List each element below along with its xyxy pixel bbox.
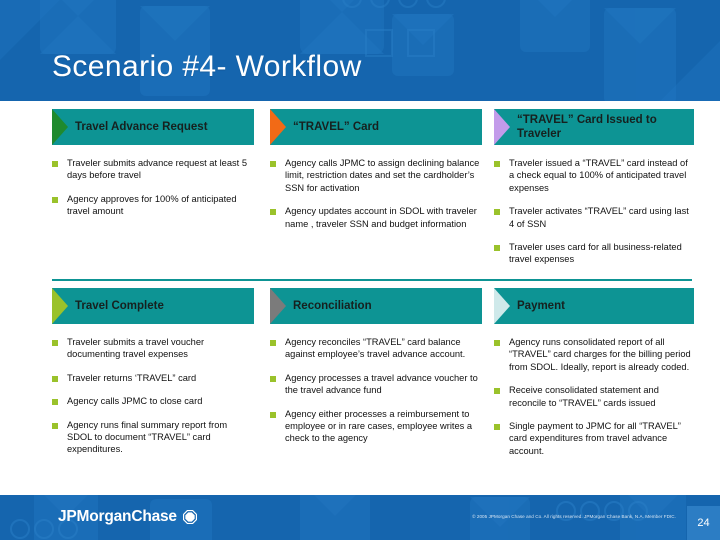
phase-bar[interactable]: Reconciliation <box>270 288 482 324</box>
bullet-text: Agency runs consolidated report of all “… <box>509 337 691 372</box>
list-item: Agency either processes a reimbursement … <box>270 408 482 445</box>
bullet-square-icon <box>270 340 276 346</box>
bullet-list: Traveler issued a “TRAVEL” card instead … <box>494 157 694 266</box>
list-item: Agency updates account in SDOL with trav… <box>270 205 482 230</box>
workflow-board: Travel Advance Request Traveler submits … <box>0 101 720 495</box>
bullet-square-icon <box>52 196 58 203</box>
phase-bar[interactable]: Travel Advance Request <box>52 109 254 145</box>
chevron-right-icon <box>270 288 286 324</box>
bullet-text: Agency updates account in SDOL with trav… <box>285 206 477 229</box>
bullet-text: Agency reconciles “TRAVEL” card balance … <box>285 337 466 360</box>
list-item: Traveler activates “TRAVEL” card using l… <box>494 205 694 230</box>
bullet-text: Agency runs final summary report from SD… <box>67 419 228 455</box>
chevron-right-icon <box>494 288 510 324</box>
phase-label: Travel Complete <box>75 300 164 312</box>
bullet-square-icon <box>270 209 276 216</box>
bullet-text: Agency processes a travel advance vouche… <box>285 372 478 396</box>
bullet-list: Agency reconciles “TRAVEL” card balance … <box>270 336 482 445</box>
page-number-badge: 24 <box>687 506 720 540</box>
list-item: Traveler submits a travel voucher docume… <box>52 336 254 361</box>
page-title: Scenario #4- Workflow <box>52 50 362 83</box>
bullet-text: Single payment to JPMC for all “TRAVEL” … <box>509 421 681 456</box>
bullet-text: Agency calls JPMC to assign declining ba… <box>285 158 480 193</box>
slide: Scenario #4- Workflow Travel Advance Req… <box>0 0 720 540</box>
page-number: 24 <box>697 517 710 529</box>
list-item: Agency reconciles “TRAVEL” card balance … <box>270 336 482 361</box>
workflow-column-travel-advance-request: Travel Advance Request Traveler submits … <box>52 109 254 229</box>
bullet-text: Receive consolidated statement and recon… <box>509 385 659 408</box>
bullet-text: Traveler returns ‘TRAVEL” card <box>67 372 197 383</box>
phase-bar[interactable]: “TRAVEL” Card Issued to Traveler <box>494 109 694 145</box>
workflow-column-card-issued: “TRAVEL” Card Issued to Traveler Travele… <box>494 109 694 277</box>
bullet-square-icon <box>52 375 58 382</box>
bullet-square-icon <box>270 375 276 382</box>
phase-label: Travel Advance Request <box>75 121 208 133</box>
list-item: Agency calls JPMC to close card <box>52 395 254 407</box>
bullet-square-icon <box>494 424 500 431</box>
bullet-list: Traveler submits advance request at leas… <box>52 157 254 218</box>
bullet-list: Agency calls JPMC to assign declining ba… <box>270 157 482 230</box>
legal-disclaimer: © 2005 JPMorgan Chase and Co. All rights… <box>472 514 676 519</box>
brand-logo: JPMorganChase <box>58 508 197 526</box>
phase-label: Payment <box>517 300 565 312</box>
chevron-right-icon <box>52 288 68 324</box>
chevron-right-icon <box>494 109 510 145</box>
list-item: Traveler uses card for all business-rela… <box>494 241 694 266</box>
list-item: Agency runs consolidated report of all “… <box>494 336 694 373</box>
phase-label: “TRAVEL” Card <box>293 121 380 133</box>
bullet-text: Traveler activates “TRAVEL” card using l… <box>509 206 689 229</box>
list-item: Agency runs final summary report from SD… <box>52 419 254 456</box>
list-item: Agency approves for 100% of anticipated … <box>52 193 254 218</box>
phase-label: Reconciliation <box>293 300 372 312</box>
list-item: Agency processes a travel advance vouche… <box>270 372 482 397</box>
bullet-square-icon <box>270 161 276 167</box>
phase-bar[interactable]: Travel Complete <box>52 288 254 324</box>
row-divider <box>52 279 692 281</box>
phase-bar[interactable]: “TRAVEL” Card <box>270 109 482 145</box>
workflow-column-payment: Payment Agency runs consolidated report … <box>494 288 694 468</box>
chevron-right-icon <box>52 109 68 145</box>
workflow-column-reconciliation: Reconciliation Agency reconciles “TRAVEL… <box>270 288 482 456</box>
bullet-square-icon <box>494 161 500 167</box>
list-item: Traveler issued a “TRAVEL” card instead … <box>494 157 694 194</box>
bullet-text: Agency calls JPMC to close card <box>67 396 203 407</box>
brand-logo-text: JPMorganChase <box>58 508 177 525</box>
chevron-right-icon <box>270 109 286 145</box>
bullet-text: Agency either processes a reimbursement … <box>285 408 473 444</box>
bullet-text: Traveler submits a travel voucher docume… <box>67 337 205 360</box>
bullet-square-icon <box>52 422 58 429</box>
bullet-square-icon <box>494 209 500 216</box>
bullet-text: Traveler issued a “TRAVEL” card instead … <box>509 158 688 193</box>
bullet-square-icon <box>52 399 58 406</box>
bullet-text: Traveler uses card for all business-rela… <box>509 242 682 265</box>
workflow-column-travel-complete: Travel Complete Traveler submits a trave… <box>52 288 254 467</box>
bullet-text: Agency approves for 100% of anticipated … <box>67 193 237 217</box>
workflow-column-travel-card: “TRAVEL” Card Agency calls JPMC to assig… <box>270 109 482 241</box>
octagon-logo-icon <box>182 510 197 524</box>
bullet-square-icon <box>270 411 276 418</box>
slide-header: Scenario #4- Workflow <box>0 0 720 101</box>
list-item: Receive consolidated statement and recon… <box>494 384 694 409</box>
bullet-square-icon <box>494 340 500 346</box>
list-item: Agency calls JPMC to assign declining ba… <box>270 157 482 194</box>
bullet-square-icon <box>494 388 500 395</box>
bullet-square-icon <box>52 340 58 346</box>
list-item: Single payment to JPMC for all “TRAVEL” … <box>494 420 694 457</box>
phase-bar[interactable]: Payment <box>494 288 694 324</box>
bullet-list: Agency runs consolidated report of all “… <box>494 336 694 457</box>
bullet-list: Traveler submits a travel voucher docume… <box>52 336 254 456</box>
bullet-square-icon <box>494 245 500 252</box>
phase-label: “TRAVEL” Card Issued to Traveler <box>517 114 657 140</box>
list-item: Traveler submits advance request at leas… <box>52 157 254 182</box>
list-item: Traveler returns ‘TRAVEL” card <box>52 372 254 384</box>
bullet-square-icon <box>52 161 58 167</box>
bullet-text: Traveler submits advance request at leas… <box>67 158 247 181</box>
